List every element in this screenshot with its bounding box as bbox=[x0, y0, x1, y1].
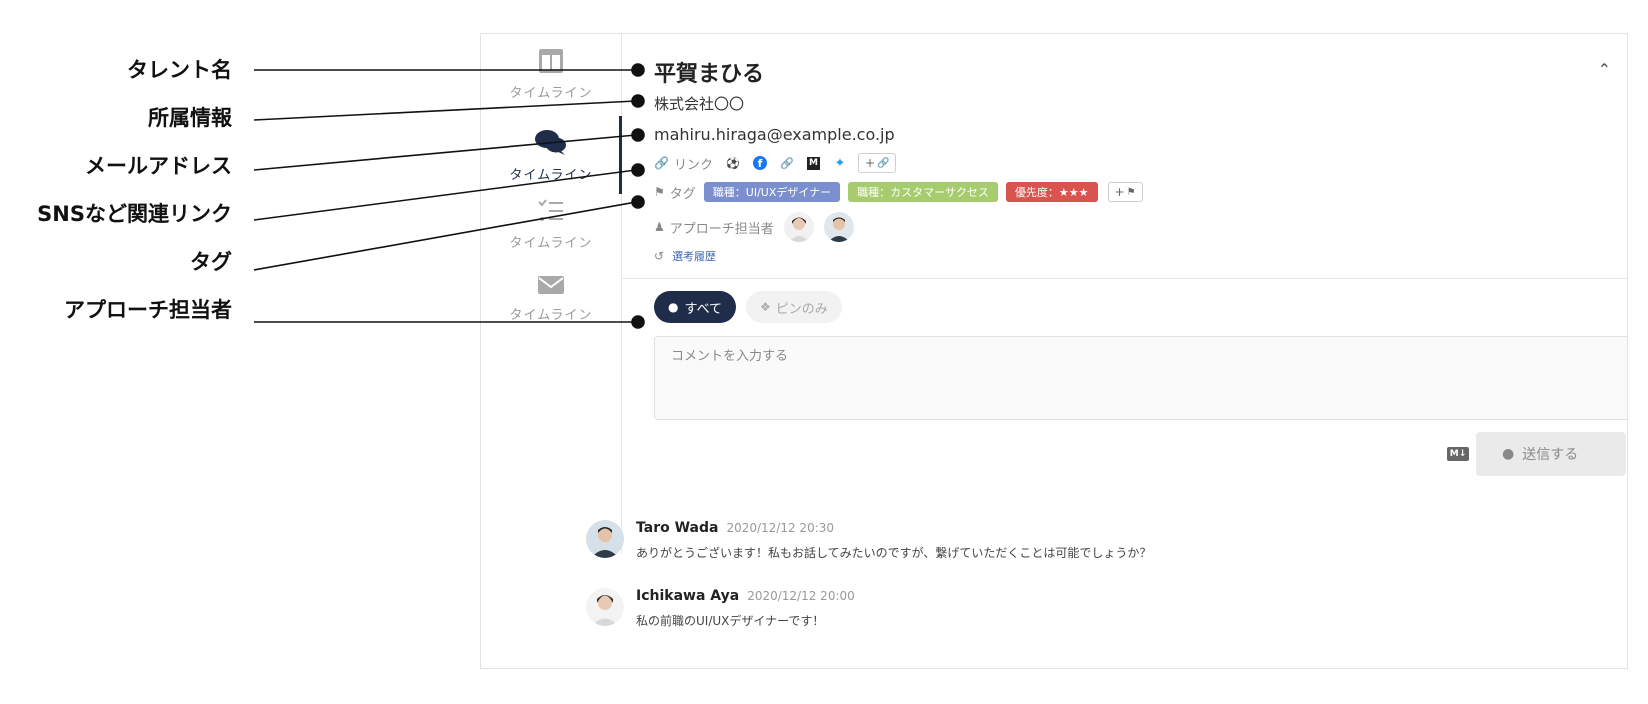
annotation-tags: タグ bbox=[190, 250, 232, 274]
email-address[interactable]: mahiru.hiraga@example.co.jp bbox=[654, 125, 895, 144]
medium-icon[interactable]: M bbox=[806, 156, 820, 170]
pin-icon: ❖ bbox=[760, 300, 771, 314]
send-button[interactable]: ● 送信する bbox=[1476, 432, 1626, 476]
link-icon: 🔗 bbox=[877, 157, 890, 169]
message-author: Ichikawa Aya 2020/12/12 20:00 bbox=[636, 588, 855, 604]
sidebar-item-timeline-3[interactable]: タイムライン bbox=[481, 198, 621, 251]
dribbble-icon[interactable]: ⚽ bbox=[725, 155, 741, 171]
avatar[interactable] bbox=[586, 520, 624, 558]
chevron-up-icon[interactable]: ⌃ bbox=[1598, 60, 1611, 79]
sidebar-item-timeline-2[interactable]: タイムライン bbox=[481, 128, 621, 183]
link-icon[interactable]: 🔗 bbox=[779, 155, 795, 171]
links-label: リンク bbox=[673, 157, 713, 173]
links-row: 🔗 リンク ⚽ f 🔗 M ✦ + 🔗 bbox=[654, 153, 897, 173]
sidebar-item-label: タイムライン bbox=[509, 86, 593, 101]
sidebar-item-label: タイムライン bbox=[509, 168, 593, 183]
divider bbox=[622, 278, 1627, 279]
approach-row: ♟ アプローチ担当者 bbox=[654, 212, 854, 242]
chat-icon: ● bbox=[668, 300, 679, 314]
message-author: Taro Wada 2020/12/12 20:30 bbox=[636, 520, 835, 536]
sidebar-item-label: タイムライン bbox=[509, 236, 593, 251]
link-icon: 🔗 bbox=[654, 156, 669, 170]
avatar[interactable] bbox=[823, 212, 854, 242]
tags-icon: ⚑ bbox=[1126, 186, 1136, 198]
markdown-icon[interactable]: M↓ bbox=[1447, 447, 1469, 461]
add-tag-button[interactable]: + ⚑ bbox=[1107, 182, 1143, 202]
columns-icon bbox=[539, 49, 563, 73]
filter-all-button[interactable]: ● すべて bbox=[654, 291, 737, 323]
sidebar-item-label: タイムライン bbox=[509, 308, 593, 323]
avatar[interactable] bbox=[586, 588, 624, 626]
selection-history-link[interactable]: ↺ 選考履歴 bbox=[654, 248, 716, 264]
chat-icon bbox=[535, 130, 566, 155]
tag-item[interactable]: 優先度：★★★ bbox=[1005, 182, 1098, 202]
checklist-icon bbox=[538, 199, 563, 221]
talent-detail-panel: タイムライン タイムライン タイムライン タイムライン ⌃ 平賀まひる 株式会社… bbox=[480, 33, 1628, 669]
message-text: ありがとうございます！私もお話してみたいのですが、繋げていただくことは可能でしょ… bbox=[636, 546, 1152, 560]
tag-item[interactable]: 職種：カスタマーサクセス bbox=[848, 182, 998, 202]
sidebar: タイムライン タイムライン タイムライン タイムライン bbox=[481, 34, 622, 554]
sidebar-item-timeline-4[interactable]: タイムライン bbox=[481, 274, 621, 323]
add-link-button[interactable]: + 🔗 bbox=[857, 153, 897, 173]
user-icon: ♟ bbox=[654, 220, 665, 234]
twitter-icon[interactable]: ✦ bbox=[832, 155, 848, 171]
company-name: 株式会社〇〇 bbox=[654, 95, 745, 113]
tags-label: タグ bbox=[669, 186, 696, 202]
message-time: 2020/12/12 20:30 bbox=[726, 521, 835, 535]
facebook-icon[interactable]: f bbox=[752, 156, 767, 170]
annotation-talent-name: タレント名 bbox=[127, 58, 232, 82]
history-icon: ↺ bbox=[654, 249, 665, 263]
tags-icon: ⚑ bbox=[654, 185, 665, 199]
filter-pin-button[interactable]: ❖ ピンのみ bbox=[746, 291, 842, 323]
tag-item[interactable]: 職種：UI/UXデザイナー bbox=[703, 182, 841, 202]
active-indicator bbox=[619, 116, 622, 194]
comment-input[interactable]: コメントを入力する bbox=[654, 336, 1627, 420]
message-time: 2020/12/12 20:00 bbox=[747, 589, 855, 603]
annotation-email: メールアドレス bbox=[85, 154, 232, 178]
talent-name: 平賀まひる bbox=[654, 62, 765, 87]
annotation-approach-owner: アプローチ担当者 bbox=[64, 298, 232, 322]
approach-label: アプローチ担当者 bbox=[669, 221, 774, 237]
annotation-affiliation: 所属情報 bbox=[148, 106, 232, 130]
sidebar-item-timeline-1[interactable]: タイムライン bbox=[481, 48, 621, 101]
comment-icon: ● bbox=[1502, 446, 1515, 462]
annotation-sns-links: SNSなど関連リンク bbox=[37, 202, 232, 226]
avatar[interactable] bbox=[783, 212, 814, 242]
tags-row: ⚑ タグ 職種：UI/UXデザイナー 職種：カスタマーサクセス 優先度：★★★ … bbox=[654, 182, 1143, 202]
message-text: 私の前職のUI/UXデザイナーです！ bbox=[636, 614, 825, 628]
mail-icon bbox=[538, 276, 564, 294]
